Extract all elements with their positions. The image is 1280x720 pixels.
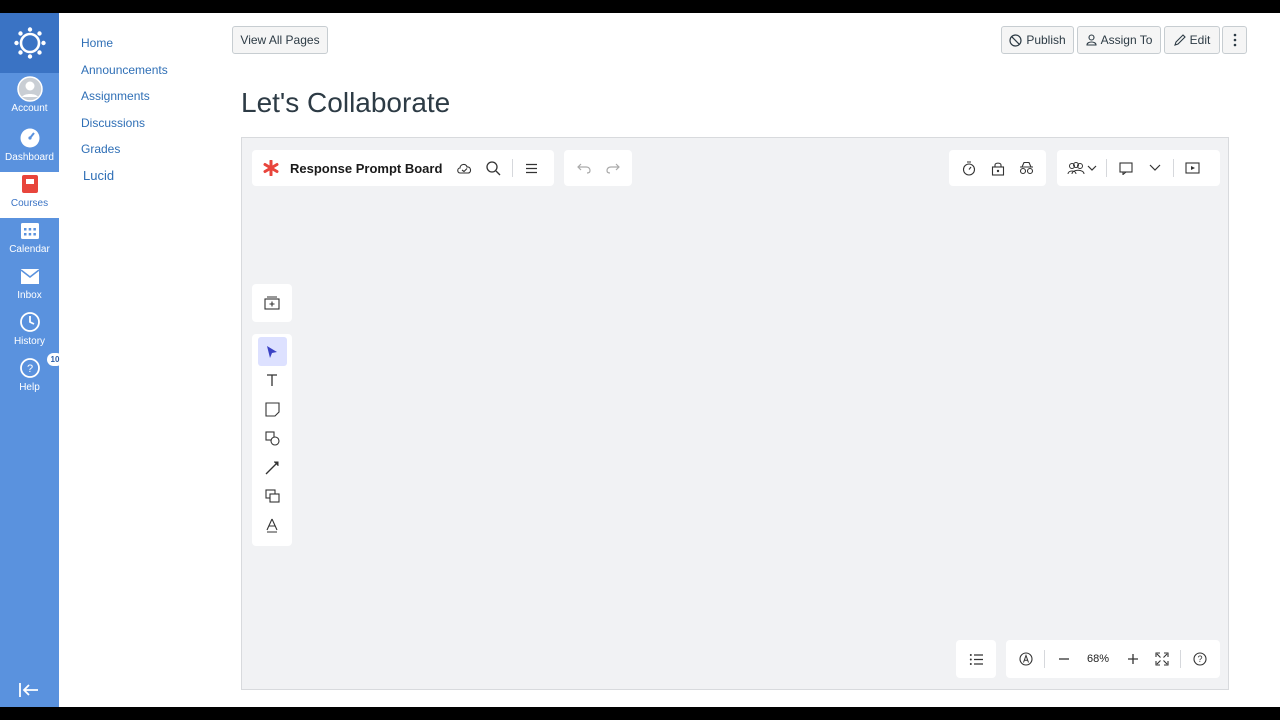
shape-library-bar: [252, 284, 292, 322]
chevron-down-icon[interactable]: [1140, 154, 1169, 182]
shapes-tool-icon[interactable]: [258, 424, 287, 453]
help-badge: 10: [46, 353, 64, 366]
collaborators-dropdown[interactable]: [1062, 154, 1102, 182]
dashboard-icon: [19, 126, 41, 150]
lucid-title-bar: Response Prompt Board: [252, 150, 554, 186]
nav-inbox[interactable]: Inbox: [0, 264, 59, 310]
divider: [512, 159, 514, 177]
view-all-pages-button[interactable]: View All Pages: [232, 26, 328, 54]
outline-list-icon[interactable]: [962, 645, 991, 673]
divider: [1180, 650, 1181, 668]
help-icon: ? 10: [19, 353, 64, 380]
nav-account[interactable]: Account: [0, 76, 59, 123]
search-icon[interactable]: [479, 154, 508, 182]
redo-icon[interactable]: [598, 154, 627, 182]
nav-account-label: Account: [11, 103, 48, 114]
publish-label: Publish: [1026, 33, 1066, 47]
sticky-note-tool-icon[interactable]: [258, 395, 287, 424]
zoom-level[interactable]: 68%: [1078, 653, 1118, 665]
present-icon[interactable]: [1178, 154, 1207, 182]
page-title: Let's Collaborate: [241, 87, 451, 118]
nav-inbox-label: Inbox: [17, 290, 42, 301]
collapse-nav-button[interactable]: [18, 682, 40, 703]
nav-history-label: History: [13, 336, 46, 347]
svg-text:?: ?: [1197, 654, 1202, 664]
nav-history[interactable]: History: [0, 310, 59, 356]
more-options-button[interactable]: [1222, 26, 1247, 54]
hamburger-menu-icon[interactable]: [517, 154, 546, 182]
frames-tool-icon[interactable]: [258, 482, 287, 511]
cloud-saved-icon[interactable]: [450, 154, 479, 182]
nav-courses-label: Courses: [10, 198, 49, 209]
undo-redo-bar: [564, 150, 632, 186]
private-mode-icon[interactable]: [1012, 154, 1041, 182]
text-tool-icon[interactable]: [258, 366, 287, 395]
course-nav-assignments[interactable]: Assignments: [81, 88, 168, 115]
inbox-icon: [20, 264, 40, 288]
unpublished-icon: [1009, 33, 1022, 47]
kebab-menu-icon: [1233, 33, 1236, 47]
comments-icon[interactable]: [1111, 154, 1140, 182]
course-nav-lucid[interactable]: Lucid: [81, 168, 168, 195]
course-nav-announcements[interactable]: Announcements: [81, 62, 168, 89]
person-icon: [1086, 34, 1097, 46]
nav-calendar-label: Calendar: [9, 244, 50, 255]
help-question-icon[interactable]: ?: [1185, 645, 1214, 673]
accessibility-icon[interactable]: [1011, 645, 1040, 673]
nav-dashboard[interactable]: Dashboard: [0, 126, 59, 172]
collapse-arrow-icon: [19, 683, 38, 697]
facilitation-tools-bar: [949, 150, 1046, 186]
collaborators-icon: [1067, 162, 1097, 175]
view-all-pages-label: View All Pages: [240, 33, 320, 47]
zoom-out-icon[interactable]: [1049, 645, 1078, 673]
lucid-embed[interactable]: Response Prompt Board 68% ?: [241, 137, 1229, 690]
line-tool-icon[interactable]: [258, 453, 287, 482]
calendar-icon: [20, 218, 40, 242]
publish-button[interactable]: Publish: [1001, 26, 1074, 54]
fit-to-screen-icon[interactable]: [1147, 645, 1176, 673]
pen-tool-icon[interactable]: [258, 511, 287, 540]
divider: [1044, 650, 1045, 668]
course-nav-home[interactable]: Home: [81, 35, 168, 62]
nav-help[interactable]: ? 10 Help: [0, 353, 64, 402]
svg-text:?: ?: [26, 363, 32, 375]
add-shape-library-icon[interactable]: [258, 289, 287, 317]
lock-icon[interactable]: [983, 154, 1012, 182]
courses-icon: [21, 172, 39, 196]
course-nav: Home Announcements Assignments Discussio…: [81, 35, 168, 194]
nav-dashboard-label: Dashboard: [5, 152, 54, 163]
divider: [1173, 159, 1174, 177]
course-nav-grades[interactable]: Grades: [81, 141, 168, 168]
collaboration-bar: [1057, 150, 1220, 186]
avatar: [16, 76, 43, 102]
zoom-controls-bar: 68% ?: [1006, 640, 1220, 678]
history-clock-icon: [19, 310, 41, 334]
outline-bar: [956, 640, 996, 678]
nav-calendar[interactable]: Calendar: [0, 218, 59, 264]
canvas-logo-icon: [13, 27, 46, 59]
timer-icon[interactable]: [954, 154, 983, 182]
assign-to-button[interactable]: Assign To: [1077, 26, 1161, 54]
edit-label: Edit: [1189, 33, 1211, 47]
app-window: Account Dashboard Courses Calendar Inbox: [0, 13, 1280, 707]
tool-bar: [252, 334, 292, 546]
undo-icon[interactable]: [569, 154, 598, 182]
canvas-logo[interactable]: [0, 13, 59, 73]
select-tool-icon[interactable]: [257, 337, 287, 366]
board-title[interactable]: Response Prompt Board: [290, 161, 442, 176]
global-nav: Account Dashboard Courses Calendar Inbox: [0, 13, 64, 707]
pencil-icon: [1173, 34, 1186, 46]
course-nav-discussions[interactable]: Discussions: [81, 115, 168, 142]
nav-courses[interactable]: Courses: [0, 172, 59, 218]
divider: [1106, 159, 1107, 177]
edit-button[interactable]: Edit: [1164, 26, 1220, 54]
assign-to-label: Assign To: [1100, 33, 1153, 47]
zoom-in-icon[interactable]: [1118, 645, 1147, 673]
nav-help-label: Help: [19, 382, 40, 393]
lucid-logo-icon[interactable]: [256, 154, 286, 182]
